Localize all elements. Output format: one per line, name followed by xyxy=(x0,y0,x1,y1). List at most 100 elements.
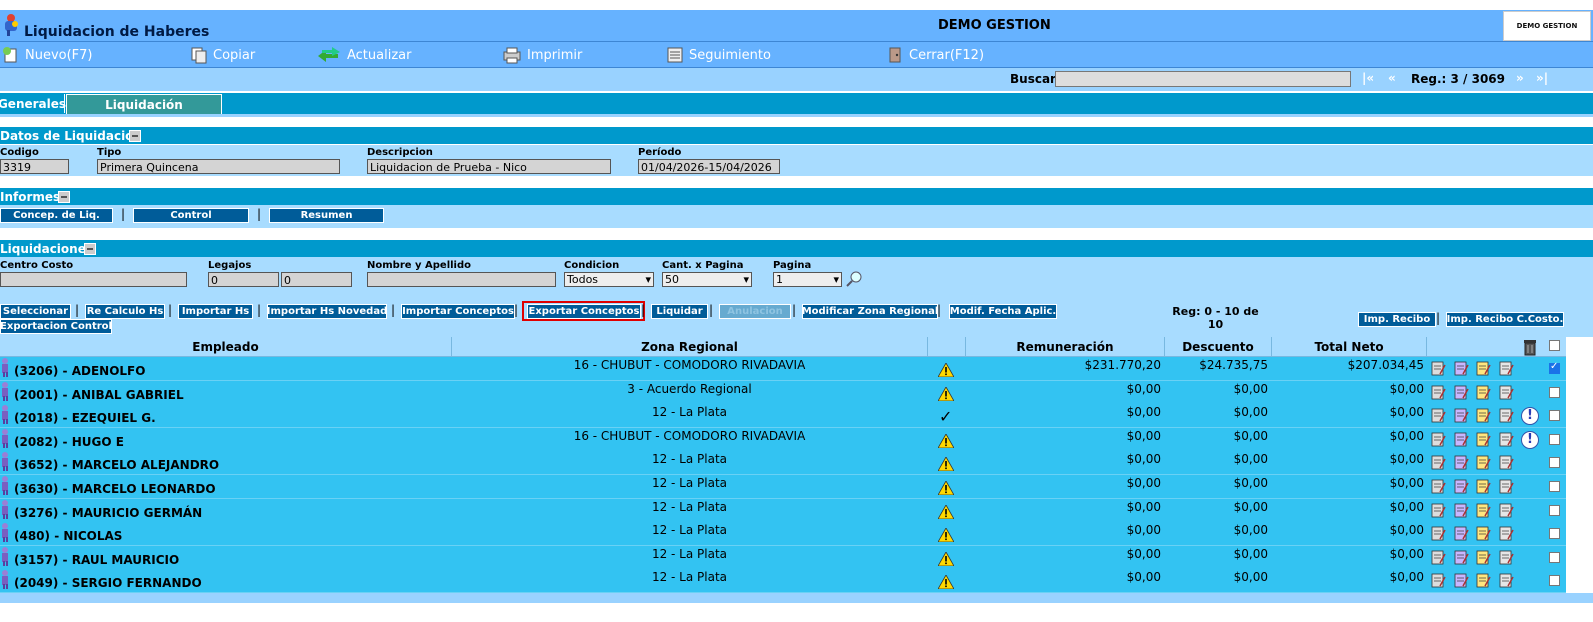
liquidar-button[interactable]: Liquidar xyxy=(651,304,708,319)
pencil-icon[interactable] xyxy=(1453,384,1469,400)
pencil-icon[interactable] xyxy=(1453,454,1469,470)
row-checkbox[interactable] xyxy=(1549,433,1560,445)
edit-receipt-icon[interactable] xyxy=(1430,384,1446,400)
pagina-select[interactable]: 1 xyxy=(773,272,842,287)
row-checkbox[interactable] xyxy=(1549,528,1560,540)
pencil-icon[interactable] xyxy=(1453,572,1469,588)
table-row[interactable]: (2049) - SERGIO FERNANDO 12 - La Plata $0,… xyxy=(0,569,1566,594)
alert-icon[interactable]: ! xyxy=(1521,430,1539,449)
legajo-desde-field[interactable]: 0 xyxy=(208,272,279,287)
detail-icon[interactable] xyxy=(1498,572,1514,588)
col-descuento[interactable]: Descuento xyxy=(1165,340,1271,354)
tipo-field[interactable]: Primera Quincena xyxy=(97,159,340,174)
modificar-zona-button[interactable]: Modificar Zona Regional xyxy=(802,304,938,319)
row-checkbox[interactable] xyxy=(1549,410,1560,422)
document-icon[interactable] xyxy=(1475,407,1491,423)
modif-fecha-button[interactable]: Modif. Fecha Aplic. xyxy=(949,304,1057,319)
table-row[interactable]: (3206) - ADENOLFO 16 - CHUBUT - COMODORO … xyxy=(0,357,1566,381)
cant-pagina-select[interactable]: 50 xyxy=(662,272,752,287)
employee-name[interactable]: (480) - NICOLAS xyxy=(14,529,122,543)
edit-receipt-icon[interactable] xyxy=(1430,454,1446,470)
table-row[interactable]: (3652) - MARCELO ALEJANDRO 12 - La Plata $… xyxy=(0,451,1566,476)
search-input[interactable] xyxy=(1055,71,1351,87)
pencil-icon[interactable] xyxy=(1453,431,1469,447)
importar-hs-novedad-button[interactable]: Importar Hs Novedad xyxy=(267,304,387,319)
pencil-icon[interactable] xyxy=(1453,502,1469,518)
tab-liquidacion[interactable]: Liquidación xyxy=(66,94,222,114)
document-icon[interactable] xyxy=(1475,454,1491,470)
copy-button[interactable]: Copiar xyxy=(190,46,255,64)
edit-receipt-icon[interactable] xyxy=(1430,431,1446,447)
edit-receipt-icon[interactable] xyxy=(1430,525,1446,541)
seleccionar-button[interactable]: Seleccionar xyxy=(0,304,71,319)
col-empleado[interactable]: Empleado xyxy=(0,340,451,354)
edit-receipt-icon[interactable] xyxy=(1430,549,1446,565)
table-row[interactable]: (3157) - RAUL MAURICIO 12 - La Plata $0,00… xyxy=(0,545,1566,570)
resumen-button[interactable]: Resumen xyxy=(269,208,384,223)
edit-receipt-icon[interactable] xyxy=(1430,407,1446,423)
importar-conceptos-button[interactable]: Importar Conceptos xyxy=(401,304,515,319)
row-checkbox[interactable] xyxy=(1549,386,1560,398)
select-all-checkbox[interactable] xyxy=(1549,340,1560,351)
document-icon[interactable] xyxy=(1475,384,1491,400)
datos-collapse-icon[interactable] xyxy=(129,130,141,142)
refresh-button[interactable]: Actualizar xyxy=(316,46,411,64)
close-button[interactable]: Cerrar(F12) xyxy=(886,46,984,64)
detail-icon[interactable] xyxy=(1498,478,1514,494)
detail-icon[interactable] xyxy=(1498,454,1514,470)
exportacion-control-button[interactable]: Exportacion Control xyxy=(0,319,112,334)
pencil-icon[interactable] xyxy=(1453,407,1469,423)
document-icon[interactable] xyxy=(1475,572,1491,588)
edit-receipt-icon[interactable] xyxy=(1430,502,1446,518)
condicion-select[interactable]: Todos xyxy=(564,272,654,287)
table-row[interactable]: (2082) - HUGO E 16 - CHUBUT - COMODORO RI… xyxy=(0,427,1566,452)
row-checkbox[interactable] xyxy=(1549,551,1560,563)
prev-record-button[interactable]: « xyxy=(1388,71,1396,85)
employee-name[interactable]: (2082) - HUGO E xyxy=(14,435,124,449)
tab-generales[interactable]: Generales xyxy=(0,94,66,113)
employee-name[interactable]: (3157) - RAUL MAURICIO xyxy=(14,553,179,567)
employee-name[interactable]: (3276) - MAURICIO GERMÁN xyxy=(14,506,202,520)
edit-receipt-icon[interactable] xyxy=(1430,360,1446,376)
document-icon[interactable] xyxy=(1475,478,1491,494)
first-record-button[interactable]: |« xyxy=(1362,71,1374,85)
table-row[interactable]: (2018) - EZEQUIEL G. 12 - La Plata ✓ $0,00 $… xyxy=(0,404,1566,429)
employee-name[interactable]: (3652) - MARCELO ALEJANDRO xyxy=(14,458,219,472)
alert-icon[interactable]: ! xyxy=(1521,407,1539,426)
table-row[interactable]: (3276) - MAURICIO GERMÁN 12 - La Plata $0,… xyxy=(0,498,1566,523)
last-record-button[interactable]: »| xyxy=(1536,71,1548,85)
importar-hs-button[interactable]: Importar Hs xyxy=(178,304,253,319)
centro-costo-field[interactable] xyxy=(0,272,187,287)
liquidaciones-collapse-icon[interactable] xyxy=(84,243,96,255)
pencil-icon[interactable] xyxy=(1453,549,1469,565)
employee-name[interactable]: (2049) - SERGIO FERNANDO xyxy=(14,576,202,590)
recalculo-hs-button[interactable]: Re Calculo Hs xyxy=(85,304,165,319)
control-button[interactable]: Control xyxy=(133,208,249,223)
col-total-neto[interactable]: Total Neto xyxy=(1272,340,1426,354)
codigo-field[interactable]: 3319 xyxy=(0,159,69,174)
pencil-icon[interactable] xyxy=(1453,478,1469,494)
nombre-field[interactable] xyxy=(367,272,556,287)
detail-icon[interactable] xyxy=(1498,525,1514,541)
next-record-button[interactable]: » xyxy=(1516,71,1524,85)
employee-name[interactable]: (2001) - ANIBAL GABRIEL xyxy=(14,388,184,402)
edit-receipt-icon[interactable] xyxy=(1430,572,1446,588)
employee-name[interactable]: (3630) - MARCELO LEONARDO xyxy=(14,482,216,496)
employee-name[interactable]: (3206) - ADENOLFO xyxy=(14,364,145,378)
legajo-hasta-field[interactable]: 0 xyxy=(281,272,352,287)
search-magnifier-icon[interactable] xyxy=(845,270,863,288)
row-checkbox[interactable] xyxy=(1549,361,1560,374)
periodo-field[interactable]: 01/04/2026-15/04/2026 xyxy=(638,159,780,174)
document-icon[interactable] xyxy=(1475,431,1491,447)
col-zona[interactable]: Zona Regional xyxy=(452,340,927,354)
imp-recibo-ccosto-button[interactable]: Imp. Recibo C.Costo. xyxy=(1446,312,1564,327)
table-row[interactable]: (2001) - ANIBAL GABRIEL 3 - Acuerdo Regio… xyxy=(0,380,1566,405)
row-checkbox[interactable] xyxy=(1549,504,1560,516)
document-icon[interactable] xyxy=(1475,502,1491,518)
row-checkbox[interactable] xyxy=(1549,457,1560,469)
document-icon[interactable] xyxy=(1475,525,1491,541)
pencil-icon[interactable] xyxy=(1453,360,1469,376)
edit-receipt-icon[interactable] xyxy=(1430,478,1446,494)
pencil-icon[interactable] xyxy=(1453,525,1469,541)
row-checkbox[interactable] xyxy=(1549,575,1560,587)
